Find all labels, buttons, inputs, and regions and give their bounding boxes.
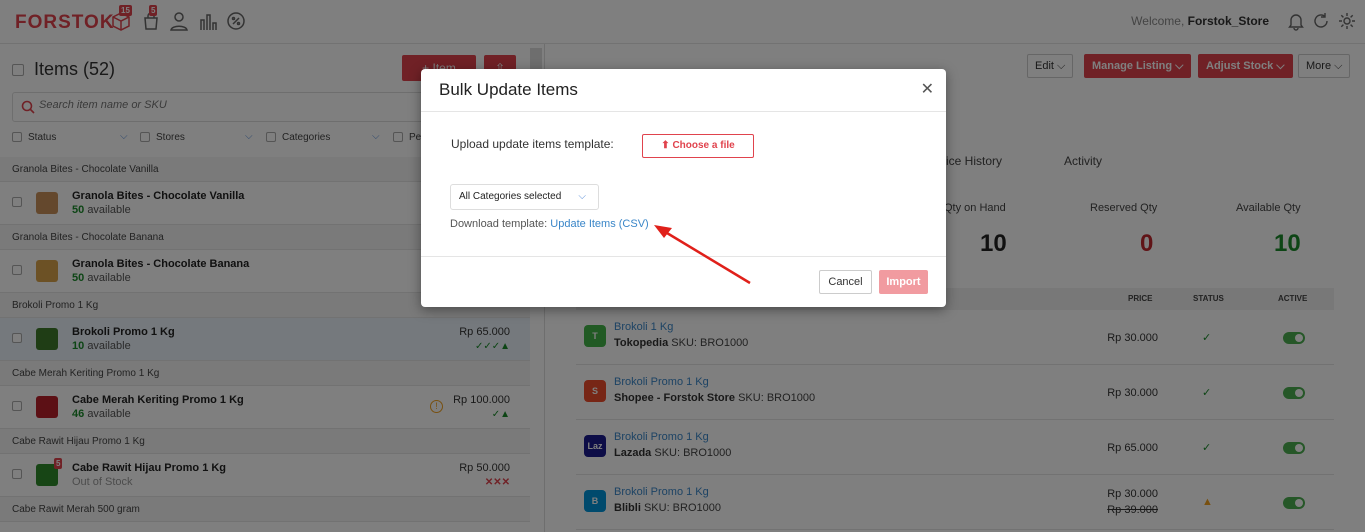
annotation-arrow [654, 225, 751, 285]
